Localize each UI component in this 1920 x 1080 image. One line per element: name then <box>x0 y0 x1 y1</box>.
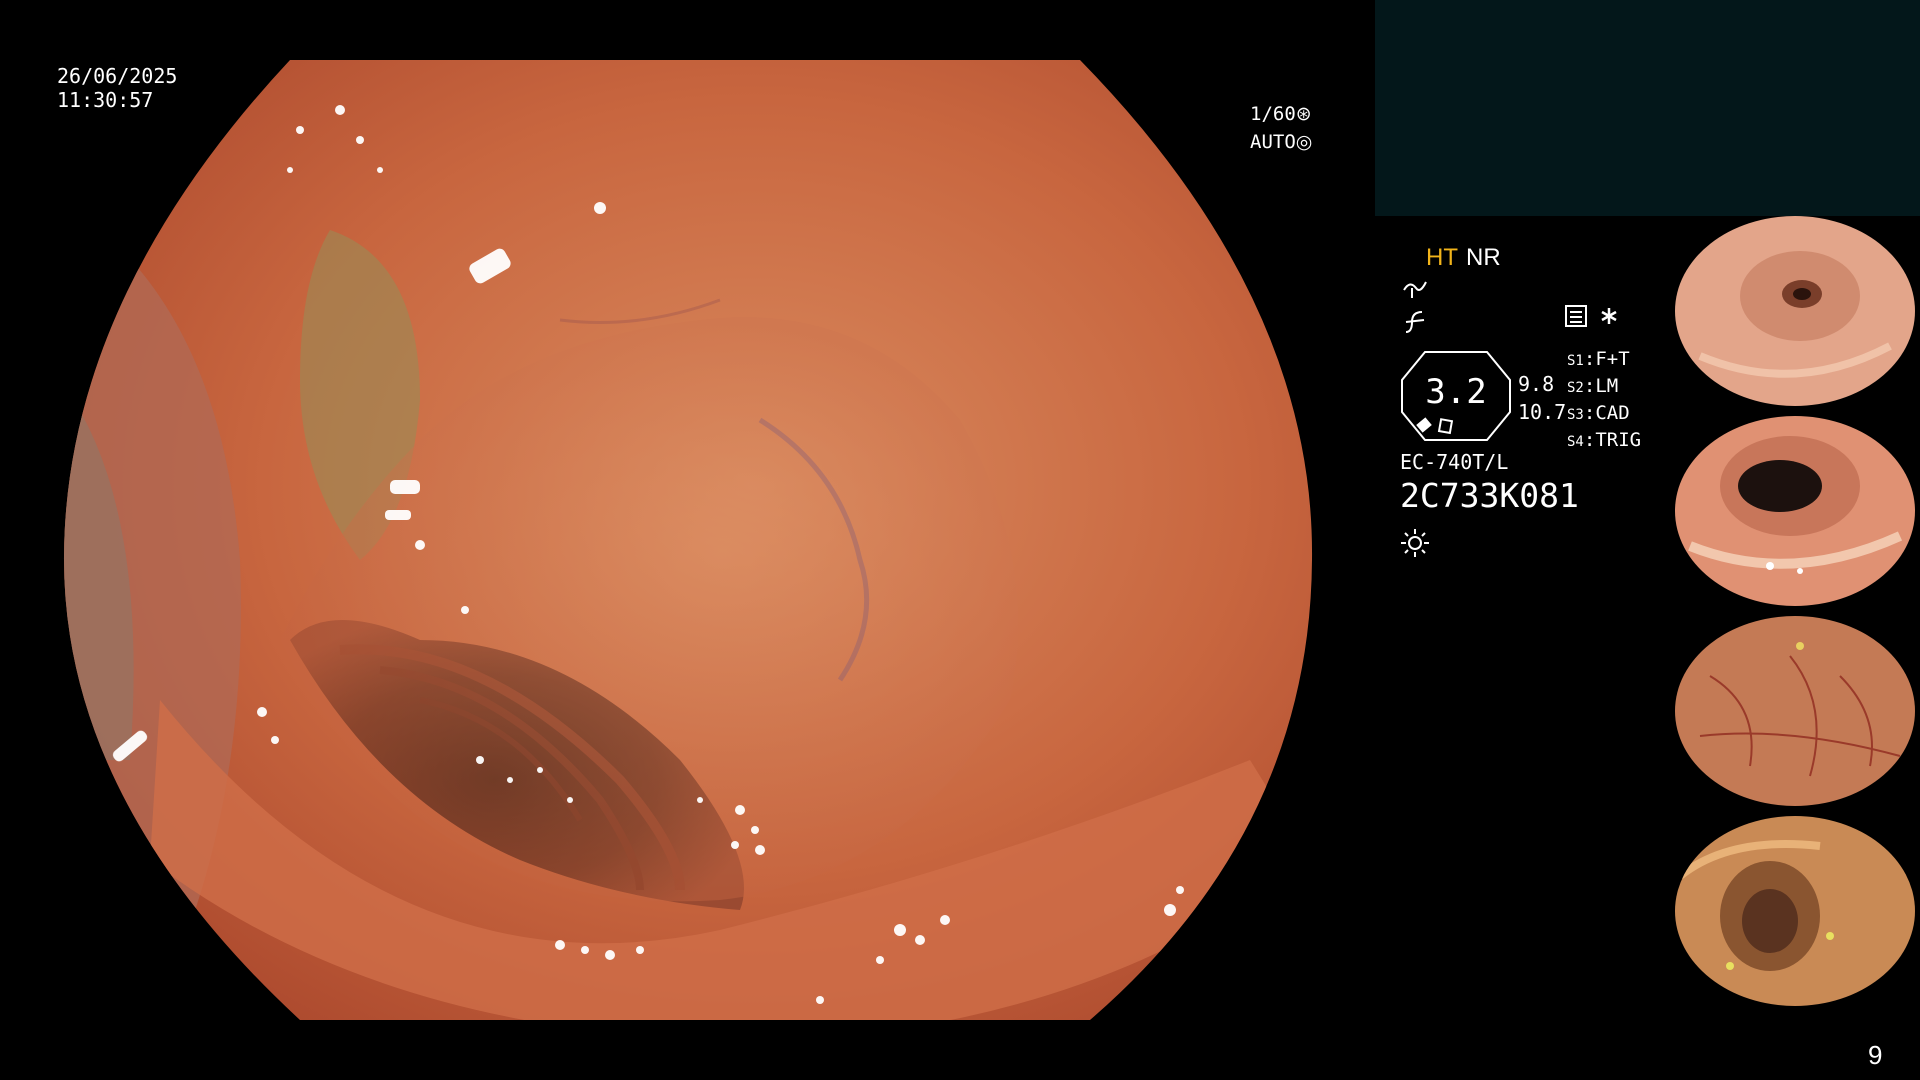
exposure-text: AUTO <box>1250 131 1296 153</box>
zoom-indicator: 3.2 <box>1400 350 1512 442</box>
thumbnail-1[interactable] <box>1670 216 1920 411</box>
endoscopic-image <box>63 60 1313 1020</box>
time-text: 11:30:57 <box>57 88 154 112</box>
endoscope-main-view: 26/06/2025 11:30:57 1/60⊛ AUTO◎ <box>0 0 1370 1080</box>
zoom-scale-bottom: 10.7 <box>1518 400 1567 424</box>
scope-button-value: CAD <box>1595 402 1630 424</box>
exposure-row: AUTO◎ <box>1250 128 1312 156</box>
scope-button-key: S2 <box>1567 380 1584 396</box>
asterisk-icon <box>1601 308 1617 324</box>
scope-button-value: LM <box>1595 375 1619 397</box>
scope-button-row: S3:CAD <box>1567 402 1630 424</box>
scope-button-key: S4 <box>1567 434 1584 450</box>
brightness-icon <box>1400 528 1430 566</box>
scope-button-list: S1:F+T S2:LM S3:CAD S4:TRIG <box>1567 347 1641 455</box>
scope-button-value: TRIG <box>1595 429 1642 451</box>
shutter-icon: ⊛ <box>1295 103 1312 125</box>
structure-enhancement-icon <box>1402 278 1428 306</box>
date-text: 26/06/2025 <box>57 64 178 88</box>
zoom-value: 3.2 <box>1425 372 1487 412</box>
shutter-row: 1/60⊛ <box>1250 100 1312 128</box>
nr-indicator: NR <box>1466 244 1501 271</box>
settings-icons <box>1565 303 1625 329</box>
thumbnail-3[interactable] <box>1670 616 1920 811</box>
shutter-text: 1/60 <box>1250 103 1296 125</box>
date-time-stamp: 26/06/2025 11:30:57 <box>57 64 177 112</box>
recorder-icon <box>1565 305 1587 327</box>
enhancement-status: HT NR <box>1426 244 1501 272</box>
zoom-scale-values: 9.8 10.7 <box>1518 370 1566 426</box>
exposure-icon: ◎ <box>1295 131 1313 153</box>
ht-indicator: HT <box>1426 244 1458 271</box>
scope-model: EC-740T/L <box>1400 450 1509 474</box>
scope-button-row: S4:TRIG <box>1567 429 1642 451</box>
scope-button-row: S1:F+T <box>1567 348 1630 370</box>
scope-button-key: S1 <box>1567 353 1584 369</box>
scope-button-row: S2:LM <box>1567 375 1619 397</box>
scope-button-key: S3 <box>1567 407 1584 423</box>
thumbnail-2[interactable] <box>1670 416 1920 611</box>
scope-button-value: F+T <box>1595 348 1630 370</box>
top-info-panel <box>1375 0 1920 216</box>
zoom-scale-top: 9.8 <box>1518 372 1555 396</box>
scope-serial: 2C733K081 <box>1400 476 1579 515</box>
color-enhancement-icon <box>1402 310 1428 340</box>
thumbnail-4[interactable] <box>1670 816 1920 1011</box>
page-number: 9 <box>1868 1040 1883 1070</box>
shutter-exposure-readout: 1/60⊛ AUTO◎ <box>1250 100 1312 156</box>
